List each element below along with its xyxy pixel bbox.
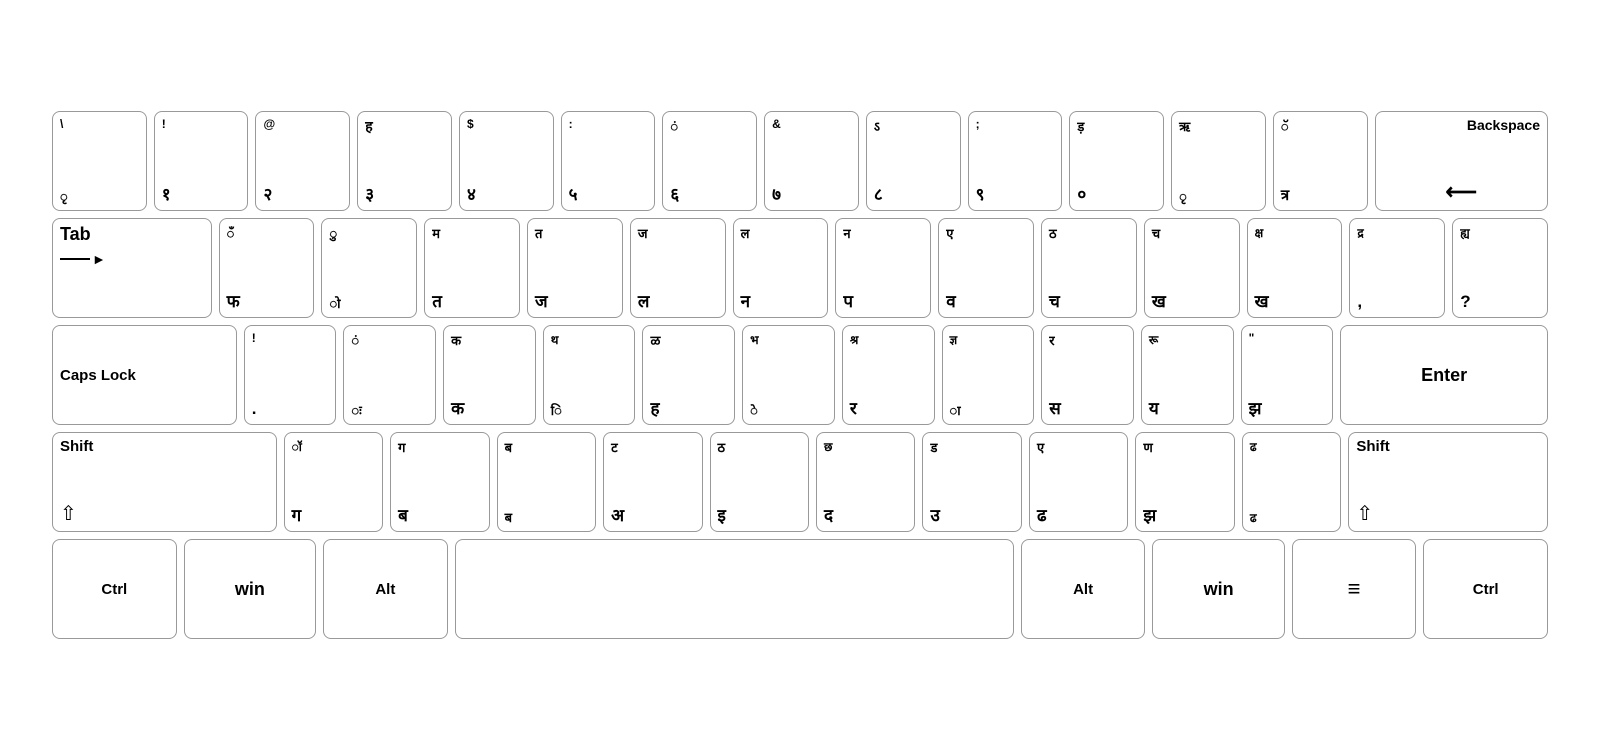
key-capslock[interactable]: Caps Lock (52, 325, 237, 425)
key-6[interactable]: ं ६ (662, 111, 757, 211)
key-g[interactable]: ळ ह (642, 325, 735, 425)
key-j[interactable]: श्र र (842, 325, 935, 425)
key-9[interactable]: ; ९ (968, 111, 1063, 211)
row-numbers: \ ृ ! १ @ २ ह ३ $ ४ : ५ ं ६ & ७ (52, 111, 1548, 211)
key-i[interactable]: ए व (938, 218, 1034, 318)
key-5[interactable]: : ५ (561, 111, 656, 211)
key-a[interactable]: ! . (244, 325, 337, 425)
key-p[interactable]: च ख (1144, 218, 1240, 318)
key-b[interactable]: ठ इ (710, 432, 809, 532)
key-tab[interactable]: Tab ► (52, 218, 212, 318)
key-w[interactable]: ु ो (321, 218, 417, 318)
key-q[interactable]: ँ फ (219, 218, 315, 318)
key-t[interactable]: ज ल (630, 218, 726, 318)
key-backslash[interactable]: ह्य ? (1452, 218, 1548, 318)
key-h[interactable]: भ े (742, 325, 835, 425)
key-semicolon[interactable]: रू य (1141, 325, 1234, 425)
row-qwerty: Tab ► ँ फ ु ो म त त ज ज ल ल (52, 218, 1548, 318)
row-zxcv: Shift ⇧ ॉ ग ग ब ब ब ट अ ठ इ छ द ड उ (52, 432, 1548, 532)
key-equals[interactable]: ॅ त्र (1273, 111, 1368, 211)
key-s[interactable]: ं ः (343, 325, 436, 425)
row-bottom: Ctrl win Alt Alt win ≡ Ctrl (52, 539, 1548, 639)
key-e[interactable]: म त (424, 218, 520, 318)
keyboard: \ ृ ! १ @ २ ह ३ $ ४ : ५ ं ६ & ७ (30, 93, 1570, 657)
key-backtick[interactable]: \ ृ (52, 111, 147, 211)
key-y[interactable]: ल न (733, 218, 829, 318)
key-lshift[interactable]: Shift ⇧ (52, 432, 277, 532)
key-v[interactable]: ट अ (603, 432, 702, 532)
key-lctrl[interactable]: Ctrl (52, 539, 177, 639)
key-u[interactable]: न प (835, 218, 931, 318)
key-n[interactable]: छ द (816, 432, 915, 532)
key-0[interactable]: ड़ ० (1069, 111, 1164, 211)
row-asdf: Caps Lock ! . ं ः क क थ ि ळ ह भ े श्र र (52, 325, 1548, 425)
key-ralt[interactable]: Alt (1021, 539, 1146, 639)
key-x[interactable]: ग ब (390, 432, 489, 532)
key-minus[interactable]: ऋ ृ (1171, 111, 1266, 211)
key-rwin[interactable]: win (1152, 539, 1284, 639)
key-r[interactable]: त ज (527, 218, 623, 318)
key-lbracket[interactable]: क्ष ख (1247, 218, 1343, 318)
key-2[interactable]: @ २ (255, 111, 350, 211)
key-backspace[interactable]: Backspace ⟵ (1375, 111, 1548, 211)
key-period[interactable]: ण झ (1135, 432, 1234, 532)
key-c[interactable]: ब ब (497, 432, 596, 532)
key-l[interactable]: र स (1041, 325, 1134, 425)
key-rbracket[interactable]: द्र , (1349, 218, 1445, 318)
key-3[interactable]: ह ३ (357, 111, 452, 211)
key-4[interactable]: $ ४ (459, 111, 554, 211)
key-z[interactable]: ॉ ग (284, 432, 383, 532)
key-comma[interactable]: ए ढ (1029, 432, 1128, 532)
key-d[interactable]: क क (443, 325, 536, 425)
key-7[interactable]: & ७ (764, 111, 859, 211)
key-rshift[interactable]: Shift ⇧ (1348, 432, 1548, 532)
key-space[interactable] (455, 539, 1014, 639)
key-1[interactable]: ! १ (154, 111, 249, 211)
key-f[interactable]: थ ि (543, 325, 636, 425)
key-menu[interactable]: ≡ (1292, 539, 1417, 639)
key-rctrl[interactable]: Ctrl (1423, 539, 1548, 639)
key-slash[interactable]: ढ ढ (1242, 432, 1341, 532)
key-quote[interactable]: " झ (1241, 325, 1334, 425)
key-k[interactable]: ज्ञ ा (942, 325, 1035, 425)
key-o[interactable]: ठ च (1041, 218, 1137, 318)
key-8[interactable]: ऽ ८ (866, 111, 961, 211)
key-enter[interactable]: Enter (1340, 325, 1548, 425)
key-lalt[interactable]: Alt (323, 539, 448, 639)
key-lwin[interactable]: win (184, 539, 316, 639)
key-m[interactable]: ड उ (922, 432, 1021, 532)
